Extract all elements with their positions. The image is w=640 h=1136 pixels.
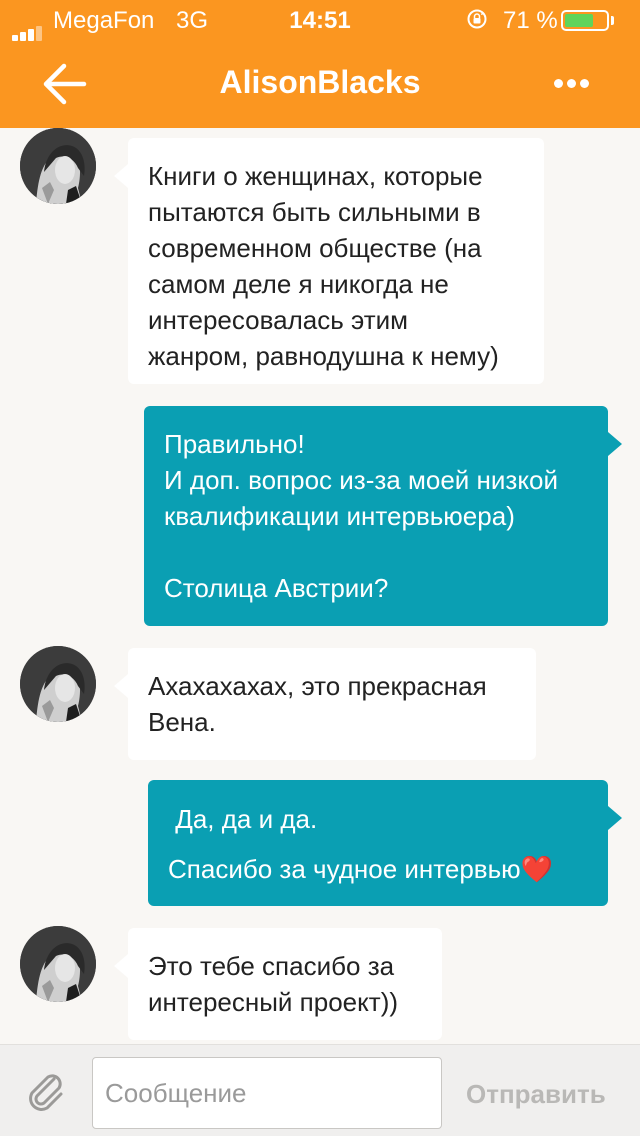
more-dots-icon[interactable] (554, 70, 598, 98)
avatar-photo (20, 926, 96, 1002)
message-text-line: Правильно! (164, 429, 305, 459)
outgoing-message[interactable]: Правильно! И доп. вопрос из-за моей низк… (144, 406, 622, 626)
message-list[interactable]: Книги о женщинах, которые пытаются быть … (0, 128, 640, 1044)
message-text-line: квалификации интервьюера) (164, 501, 515, 531)
incoming-message[interactable]: Это тебе спасибо за интересный проект)) (114, 928, 442, 1040)
rotation-lock-icon (467, 9, 487, 29)
heart-emoji: ❤️ (520, 854, 554, 884)
top-bar: MegaFon 3G 14:51 71 % AlisonBlacks (0, 0, 640, 128)
message-text: Спасибо за чудное интервью (168, 854, 521, 884)
battery-icon (561, 10, 609, 31)
avatar[interactable] (20, 128, 96, 204)
bubble-tail (114, 674, 128, 698)
message-text-line: современном обществе (на (148, 233, 482, 263)
message-text-line: интересовалась этим (148, 305, 409, 335)
outgoing-message[interactable]: Да, да и да. Спасибо за чудное интервью❤… (148, 780, 622, 906)
message-text-line: Спасибо за чудное интервью❤️ (168, 852, 594, 886)
message-input[interactable] (92, 1057, 442, 1129)
message-text-line: Ахахахахах, это прекрасная (148, 671, 487, 701)
avatar-photo (20, 646, 96, 722)
message-text-line: Да, да и да. (168, 804, 318, 834)
message-text-line: И доп. вопрос из-за моей низкой (164, 465, 558, 495)
message-text-line: пытаются быть сильными в (148, 197, 481, 227)
battery-percent: 71 % (503, 7, 558, 34)
status-bar: MegaFon 3G 14:51 71 % (0, 0, 640, 41)
paperclip-icon[interactable] (24, 1069, 70, 1115)
battery-tip (611, 16, 614, 25)
message-text-line: Столица Австрии? (164, 573, 389, 603)
send-button[interactable]: Отправить (466, 1079, 606, 1110)
battery-level (565, 14, 594, 27)
composer: Отправить (0, 1044, 640, 1136)
message-text-line: Книги о женщинах, которые (148, 161, 483, 191)
incoming-message[interactable]: Книги о женщинах, которые пытаются быть … (114, 138, 544, 384)
message-text-line: жанром, равнодушна к нему) (148, 341, 499, 371)
message-text-line: самом деле я никогда не (148, 269, 449, 299)
incoming-message[interactable]: Ахахахахах, это прекрасная Вена. (114, 648, 536, 760)
bubble-tail (608, 806, 622, 830)
message-text-line: интересный проект)) (148, 987, 399, 1017)
bubble-tail (114, 164, 128, 188)
bubble-tail (114, 954, 128, 978)
bubble-tail (608, 432, 622, 456)
message-text-line: Это тебе спасибо за (148, 951, 395, 981)
chat-title: AlisonBlacks (219, 64, 421, 100)
avatar[interactable] (20, 926, 96, 1002)
message-text-line: Вена. (148, 707, 216, 737)
avatar-photo (20, 128, 96, 204)
message-text-line (164, 534, 592, 570)
avatar[interactable] (20, 646, 96, 722)
